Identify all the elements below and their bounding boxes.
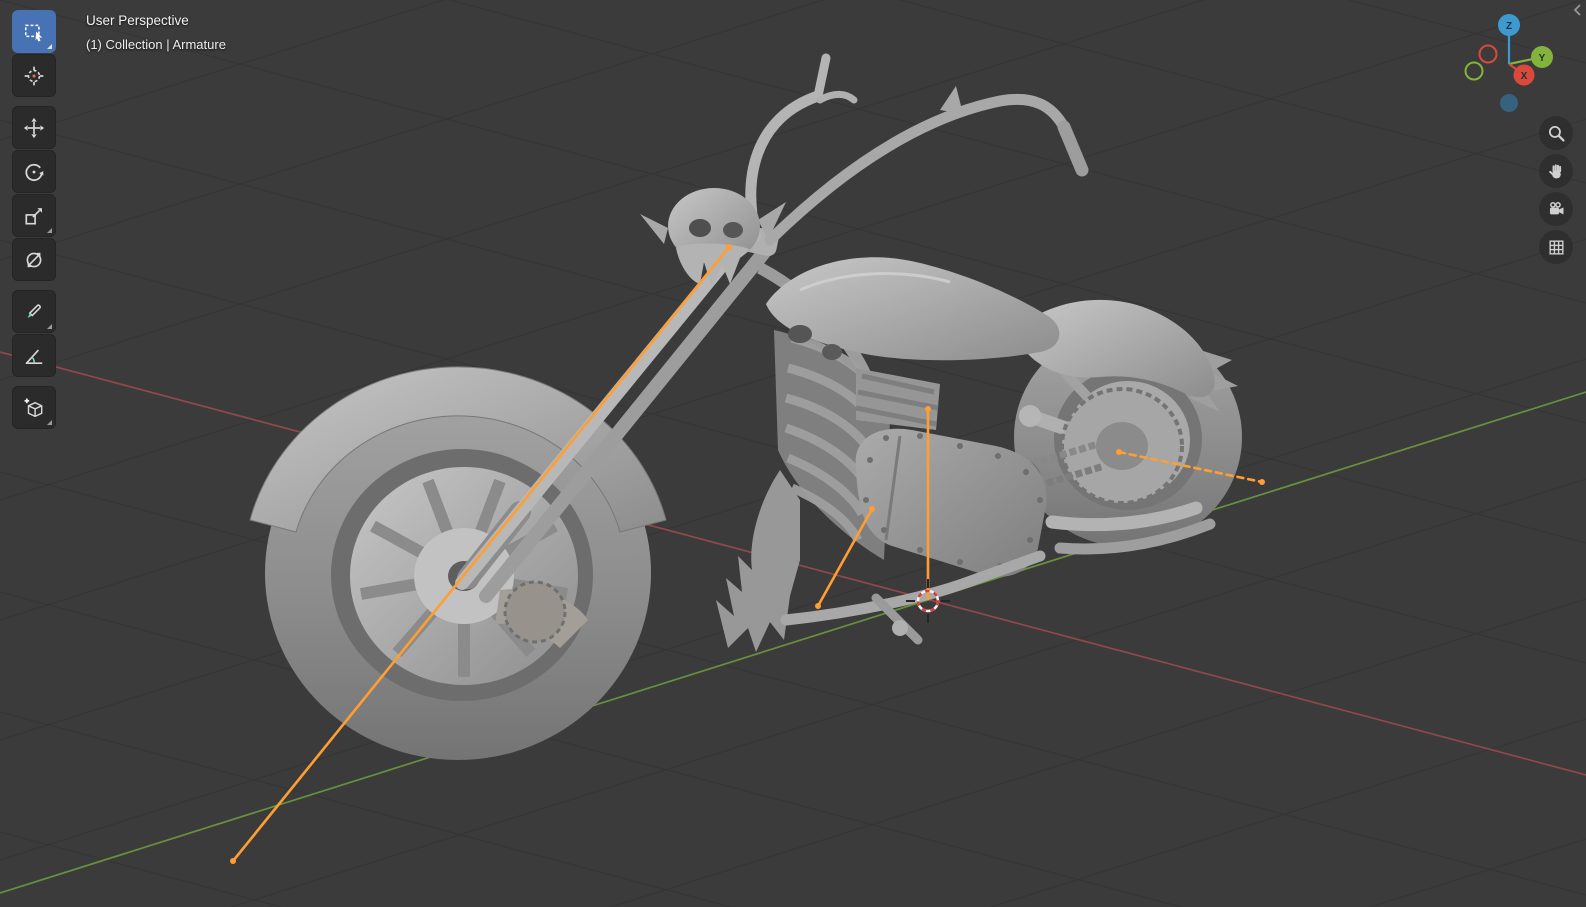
- tool-button-annotate[interactable]: [12, 290, 56, 333]
- magnifier-icon: [1548, 125, 1565, 142]
- gizmo-axis-y-negative[interactable]: [1464, 61, 1484, 81]
- transform-icon: [26, 252, 42, 267]
- camera-view-button[interactable]: [1539, 192, 1573, 226]
- hand-icon: [1548, 163, 1561, 178]
- sidebar-collapse-arrow[interactable]: [1572, 2, 1584, 18]
- measure-icon: [25, 349, 43, 364]
- grid-icon: [1548, 239, 1564, 255]
- submenu-indicator: [47, 324, 52, 329]
- navigation-gizmo[interactable]: Z Y X: [1454, 8, 1564, 118]
- tool-button-transform[interactable]: [12, 238, 56, 281]
- box-select-icon: [24, 24, 43, 41]
- annotate-pen-icon: [27, 303, 41, 318]
- gizmo-axis-x-negative[interactable]: [1478, 44, 1498, 64]
- submenu-indicator: [47, 228, 52, 233]
- viewport-controls: [1539, 116, 1573, 268]
- tool-button-scale[interactable]: [12, 194, 56, 237]
- 3d-cursor-icon: [24, 66, 44, 85]
- tool-button-cursor[interactable]: [12, 54, 56, 97]
- tool-shelf: [12, 10, 56, 430]
- pan-button[interactable]: [1539, 154, 1573, 188]
- tool-button-move[interactable]: [12, 106, 56, 149]
- submenu-indicator: [47, 44, 52, 49]
- zoom-button[interactable]: [1539, 116, 1573, 150]
- gizmo-axis-x-positive[interactable]: [1513, 64, 1535, 86]
- gizmo-axis-z-positive[interactable]: [1498, 14, 1520, 36]
- projection-toggle-button[interactable]: [1539, 230, 1573, 264]
- chevron-left-icon: [1573, 4, 1581, 16]
- move-icon: [23, 117, 45, 138]
- 3d-viewport[interactable]: [0, 0, 1586, 907]
- tool-button-rotate[interactable]: [12, 150, 56, 193]
- tool-button-add-cube[interactable]: [12, 386, 56, 429]
- rotate-icon: [25, 163, 44, 181]
- scale-icon: [25, 207, 43, 225]
- tool-button-measure[interactable]: [12, 334, 56, 377]
- gizmo-axis-z-negative[interactable]: [1500, 94, 1518, 112]
- camera-icon: [1549, 201, 1563, 214]
- submenu-indicator: [47, 420, 52, 425]
- gizmo-axis-y-positive[interactable]: [1531, 46, 1553, 68]
- add-cube-icon: [24, 398, 43, 417]
- tool-button-box-select[interactable]: [12, 10, 56, 53]
